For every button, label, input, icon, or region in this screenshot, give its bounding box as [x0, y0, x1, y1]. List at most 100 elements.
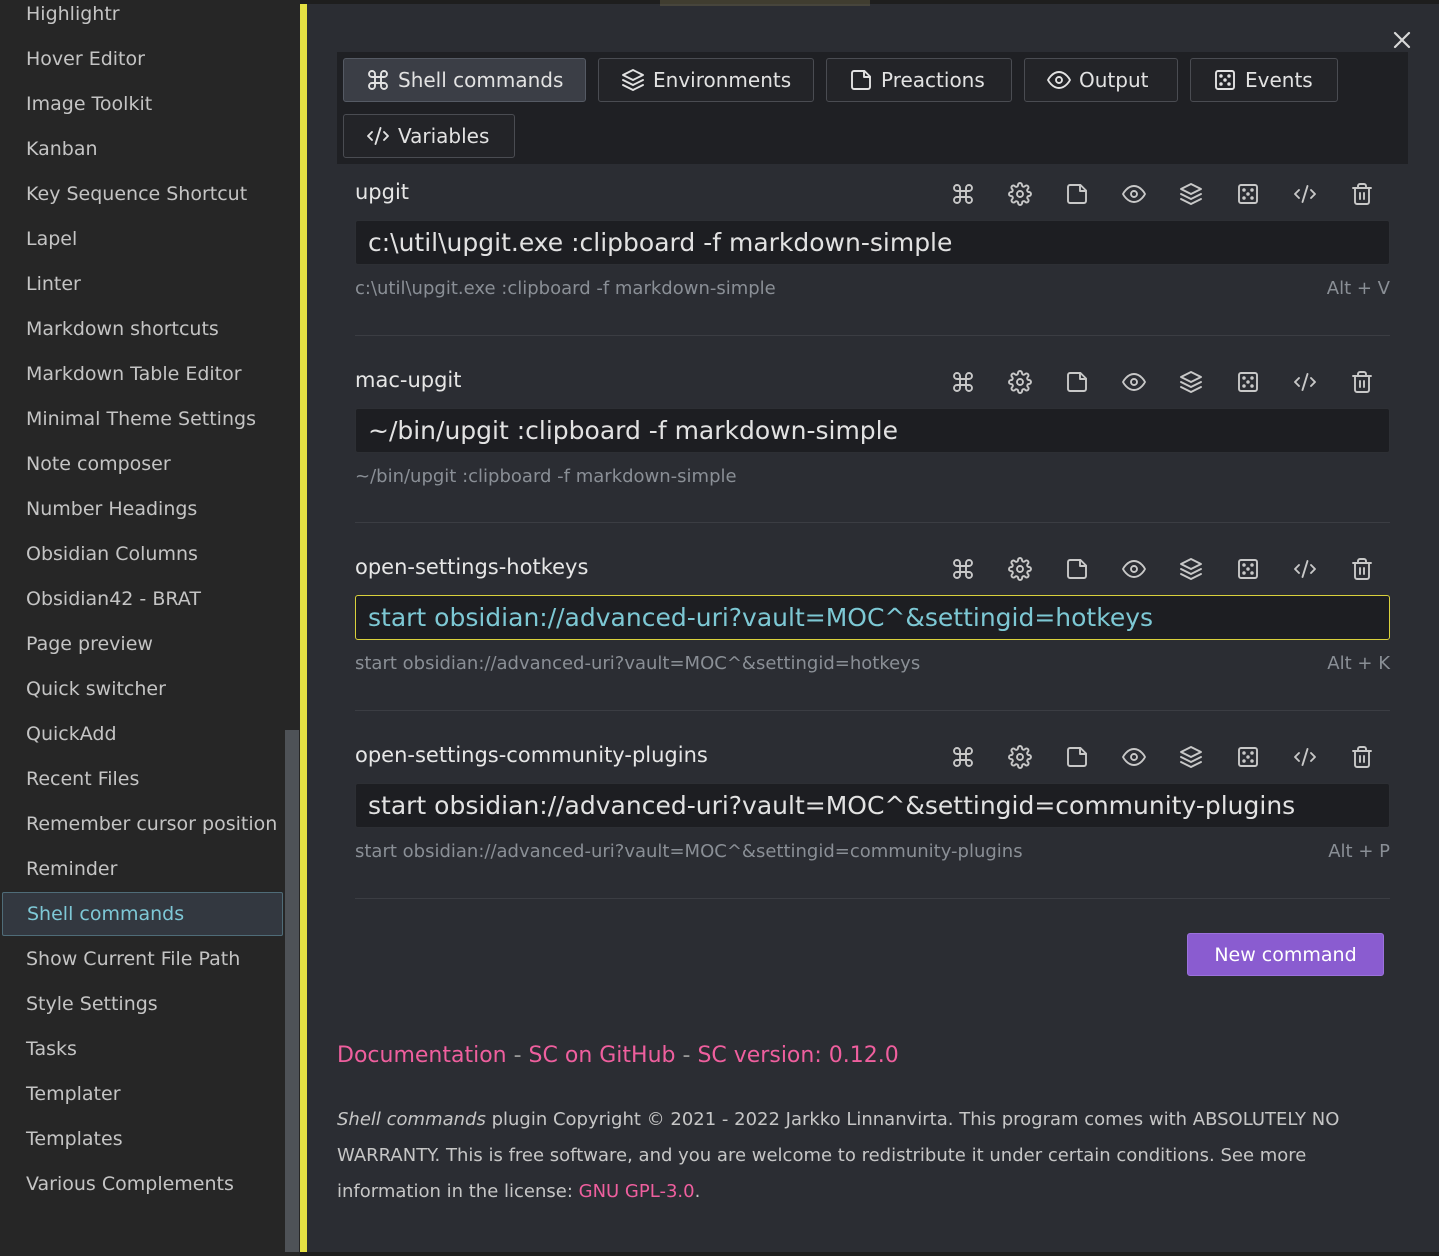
- version-link[interactable]: SC version: 0.12.0: [697, 1043, 898, 1068]
- sidebar-item[interactable]: Highlightr: [2, 0, 283, 36]
- sidebar-item[interactable]: Linter: [2, 262, 283, 306]
- code-button[interactable]: [1276, 741, 1333, 773]
- sticky-note-icon: [1065, 370, 1089, 394]
- eye-button[interactable]: [1105, 178, 1162, 210]
- command-button[interactable]: [934, 553, 991, 585]
- sidebar-scrollbar[interactable]: [285, 730, 299, 1252]
- command-input[interactable]: start obsidian://advanced-uri?vault=MOC^…: [355, 783, 1390, 828]
- trash-button[interactable]: [1333, 178, 1390, 210]
- divider: [355, 335, 1390, 336]
- tab-environments[interactable]: Environments: [598, 58, 814, 102]
- settings-sidebar: Highlightr Hover Editor Image Toolkit Kanba…: [0, 0, 300, 1256]
- command-button[interactable]: [934, 366, 991, 398]
- command-hotkey: Alt + V: [1326, 278, 1390, 299]
- sidebar-item[interactable]: Obsidian Columns: [2, 532, 283, 576]
- header-remnant: [660, 0, 870, 6]
- sidebar-item[interactable]: Image Toolkit: [2, 82, 283, 126]
- sidebar-item[interactable]: Note composer: [2, 442, 283, 486]
- eye-button[interactable]: [1105, 741, 1162, 773]
- code-button[interactable]: [1276, 178, 1333, 210]
- sidebar-item[interactable]: Various Complements: [2, 1162, 283, 1206]
- sidebar-item[interactable]: Lapel: [2, 217, 283, 261]
- sidebar-item[interactable]: Obsidian42 - BRAT: [2, 577, 283, 621]
- new-command-button[interactable]: New command: [1187, 933, 1384, 976]
- dice-button[interactable]: [1219, 366, 1276, 398]
- tab-preactions[interactable]: Preactions: [826, 58, 1012, 102]
- sidebar-item[interactable]: Key Sequence Shortcut: [2, 172, 283, 216]
- github-link[interactable]: SC on GitHub: [529, 1043, 676, 1068]
- layers-button[interactable]: [1162, 553, 1219, 585]
- eye-button[interactable]: [1105, 553, 1162, 585]
- command-button[interactable]: [934, 178, 991, 210]
- sidebar-item[interactable]: Templater: [2, 1072, 283, 1116]
- sidebar-item[interactable]: Reminder: [2, 847, 283, 891]
- command-input[interactable]: c:\util\upgit.exe :clipboard -f markdown…: [355, 220, 1390, 265]
- sidebar-item[interactable]: Markdown Table Editor: [2, 352, 283, 396]
- trash-button[interactable]: [1333, 366, 1390, 398]
- sticky-note-icon: [1065, 557, 1089, 581]
- license-link[interactable]: GNU GPL-3.0: [579, 1181, 695, 1202]
- sidebar-item[interactable]: Page preview: [2, 622, 283, 666]
- sidebar-item[interactable]: QuickAdd: [2, 712, 283, 756]
- sidebar-item[interactable]: Shell commands: [2, 892, 283, 936]
- sidebar-item[interactable]: Templates: [2, 1117, 283, 1161]
- dice-icon: [1236, 745, 1260, 769]
- sidebar-item[interactable]: Tasks: [2, 1027, 283, 1071]
- sticky-note-button[interactable]: [1048, 366, 1105, 398]
- command-button[interactable]: [934, 741, 991, 773]
- command-actions: [934, 553, 1390, 585]
- sidebar-item[interactable]: Hover Editor: [2, 37, 283, 81]
- sidebar-item[interactable]: Style Settings: [2, 982, 283, 1026]
- sidebar-item[interactable]: Markdown shortcuts: [2, 307, 283, 351]
- sticky-note-button[interactable]: [1048, 553, 1105, 585]
- eye-button[interactable]: [1105, 366, 1162, 398]
- dice-button[interactable]: [1219, 178, 1276, 210]
- sidebar-item[interactable]: Recent Files: [2, 757, 283, 801]
- sticky-note-button[interactable]: [1048, 178, 1105, 210]
- sidebar-item[interactable]: Minimal Theme Settings: [2, 397, 283, 441]
- command-icon: [951, 182, 975, 206]
- code-icon: [366, 124, 390, 148]
- trash-button[interactable]: [1333, 553, 1390, 585]
- command-input[interactable]: start obsidian://advanced-uri?vault=MOC^…: [355, 595, 1390, 640]
- divider: [355, 710, 1390, 711]
- dice-icon: [1213, 68, 1237, 92]
- code-button[interactable]: [1276, 553, 1333, 585]
- close-icon: [1393, 31, 1411, 49]
- sticky-note-button[interactable]: [1048, 741, 1105, 773]
- layers-button[interactable]: [1162, 741, 1219, 773]
- documentation-link[interactable]: Documentation: [337, 1043, 507, 1068]
- gear-button[interactable]: [991, 178, 1048, 210]
- close-button[interactable]: [1388, 26, 1416, 54]
- gear-button[interactable]: [991, 553, 1048, 585]
- gear-button[interactable]: [991, 366, 1048, 398]
- sidebar-item[interactable]: Show Current File Path: [2, 937, 283, 981]
- eye-icon: [1121, 182, 1146, 206]
- sidebar-item[interactable]: Kanban: [2, 127, 283, 171]
- command-preview: start obsidian://advanced-uri?vault=MOC^…: [355, 841, 1023, 862]
- tab-events[interactable]: Events: [1190, 58, 1338, 102]
- gear-button[interactable]: [991, 741, 1048, 773]
- code-button[interactable]: [1276, 366, 1333, 398]
- eye-icon: [1121, 557, 1146, 581]
- dice-button[interactable]: [1219, 741, 1276, 773]
- gear-icon: [1007, 557, 1032, 581]
- sidebar-item[interactable]: Number Headings: [2, 487, 283, 531]
- layers-button[interactable]: [1162, 178, 1219, 210]
- sticky-note-icon: [1065, 182, 1089, 206]
- command-input[interactable]: ~/bin/upgit :clipboard -f markdown-simpl…: [355, 408, 1390, 453]
- tab-shell-commands[interactable]: Shell commands: [343, 58, 586, 102]
- dice-button[interactable]: [1219, 553, 1276, 585]
- tab-variables[interactable]: Variables: [343, 114, 515, 158]
- trash-button[interactable]: [1333, 741, 1390, 773]
- plugin-name: Shell commands: [337, 1109, 486, 1130]
- command-name: open-settings-community-plugins: [355, 743, 708, 767]
- command-icon: [951, 745, 975, 769]
- layers-button[interactable]: [1162, 366, 1219, 398]
- layers-icon: [1179, 745, 1203, 769]
- command-preview: start obsidian://advanced-uri?vault=MOC^…: [355, 653, 921, 674]
- layers-icon: [1179, 370, 1203, 394]
- sidebar-item[interactable]: Remember cursor position: [2, 802, 283, 846]
- tab-output[interactable]: Output: [1024, 58, 1178, 102]
- sidebar-item[interactable]: Quick switcher: [2, 667, 283, 711]
